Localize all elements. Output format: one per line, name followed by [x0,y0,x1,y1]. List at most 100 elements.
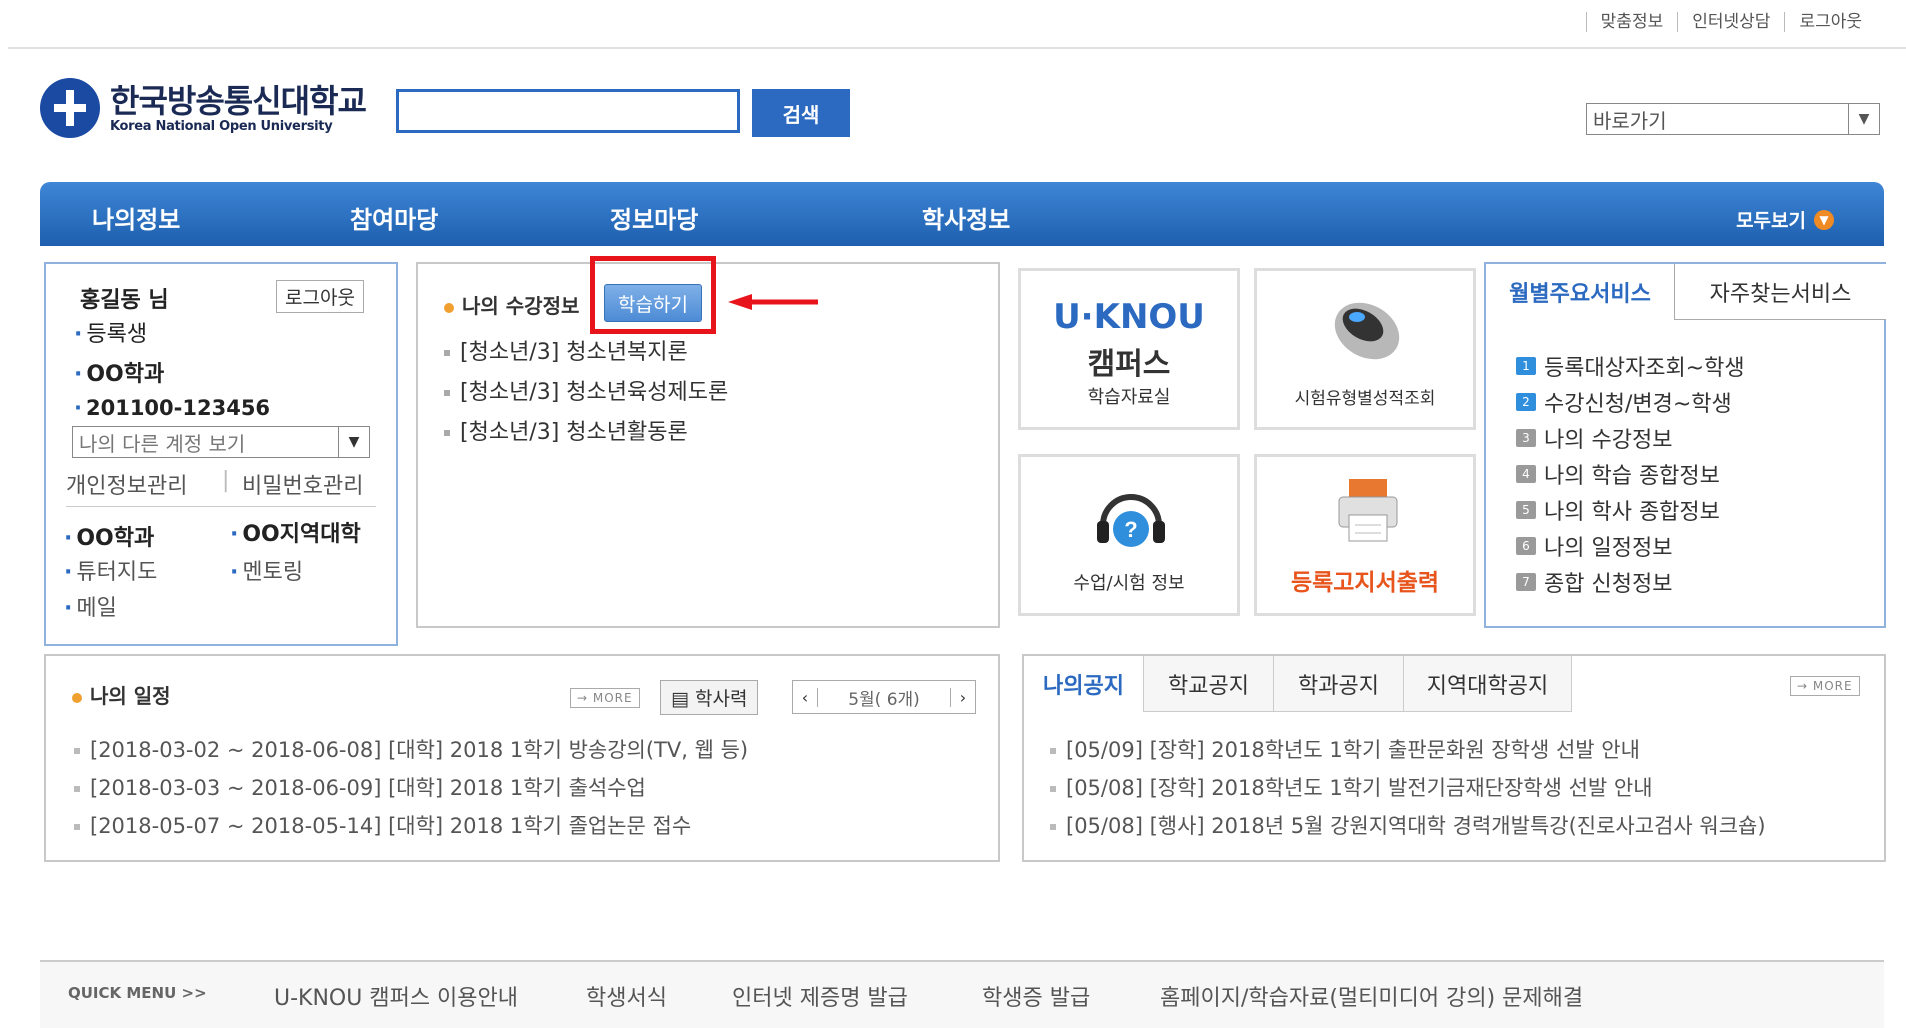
month-pager: ‹ 5월( 6개) › [792,680,976,714]
nav-my-info[interactable]: 나의정보 [92,200,180,235]
service-item[interactable]: 7 종합 신청정보 [1516,566,1672,598]
highlight-box [590,256,716,334]
search-button[interactable]: 검색 [752,89,850,137]
tab-my-notice[interactable]: 나의공지 [1024,656,1144,712]
tab-dept-notice[interactable]: 학과공지 [1274,656,1404,712]
chevron-down-icon[interactable]: ▼ [1848,104,1879,134]
schedule-item[interactable]: [2018-03-02 ~ 2018-06-08] [대학] 2018 1학기 … [74,734,748,764]
footer-troubleshoot-link[interactable]: 홈페이지/학습자료(멀티미디어 강의) 문제해결 [1160,980,1583,1012]
knou-emblem-icon [40,78,100,138]
service-item[interactable]: 5 나의 학사 종합정보 [1516,494,1720,526]
course-title: 나의 수강정보 [444,290,579,319]
uknou-logo-text: U·KNOU [1053,297,1205,337]
dept-link[interactable]: OO학과 [64,520,154,552]
course-item[interactable]: [청소년/3] 청소년육성제도론 [444,374,728,406]
quick-goto-select[interactable]: 바로가기 ▼ [1586,103,1880,135]
print-bill-tile[interactable]: 등록고지서출력 [1254,454,1476,616]
tab-frequent-services[interactable]: 자주찾는서비스 [1674,264,1886,320]
schedule-item[interactable]: [2018-03-03 ~ 2018-06-09] [대학] 2018 1학기 … [74,772,646,802]
notice-more-button[interactable]: → MORE [1790,676,1860,696]
chevron-down-circle-icon: ▼ [1814,209,1834,230]
university-logo[interactable]: 한국방송통신대학교 Korea National Open University [40,78,367,138]
quick-menu-footer: QUICK MENU >> U-KNOU 캠퍼스 이용안내 학생서식 인터넷 제… [40,960,1884,1028]
notice-item[interactable]: [05/09] [장학] 2018학년도 1학기 출판문화원 장학생 선발 안내 [1050,734,1640,764]
service-item[interactable]: 2 수강신청/변경~학생 [1516,386,1732,418]
bullet-dot-icon [444,303,454,313]
notice-item[interactable]: [05/08] [장학] 2018학년도 1학기 발전기금재단장학생 선발 안내 [1050,772,1653,802]
online-counsel-link[interactable]: 인터넷상담 [1677,12,1784,32]
svg-text:?: ? [1124,517,1137,542]
campus-tile-label: 학습자료실 [1087,387,1171,408]
custom-info-link[interactable]: 맞춤정보 [1585,12,1678,32]
mail-link[interactable]: 메일 [64,590,116,622]
number-5-icon: 5 [1516,501,1536,519]
nav-information[interactable]: 정보마당 [610,200,698,235]
schedule-item[interactable]: [2018-05-07 ~ 2018-05-14] [대학] 2018 1학기 … [74,810,691,840]
current-month: 5월( 6개) [848,689,920,710]
service-item[interactable]: 6 나의 일정정보 [1516,530,1672,562]
number-1-icon: 1 [1516,357,1536,375]
footer-student-card-link[interactable]: 학생증 발급 [982,980,1090,1012]
profile-divider [66,506,376,507]
tab-monthly-services[interactable]: 월별주요서비스 [1486,264,1674,320]
utility-menu: 맞춤정보 인터넷상담 로그아웃 [1585,12,1876,32]
red-arrow-icon [728,294,818,310]
bullet-dot-icon [72,693,82,703]
account-select[interactable]: 나의 다른 계정 보기 ▼ [72,426,370,458]
campus-sub-text: 캠퍼스 [1087,347,1171,382]
logo-english-name: Korea National Open University [110,118,333,134]
mentoring-link[interactable]: 멘토링 [230,554,303,586]
campus-tile[interactable]: U·KNOU 캠퍼스 학습자료실 [1018,268,1240,430]
logo-korean-name: 한국방송통신대학교 [110,81,367,120]
schedule-more-button[interactable]: → MORE [570,688,640,708]
student-id: 201100-123456 [74,396,270,420]
exam-tile-label: 시험유형별성적조회 [1294,389,1436,409]
user-name: 홍길동 님 [80,288,169,313]
headset-help-icon: ? [1097,494,1165,547]
print-tile-label: 등록고지서출력 [1290,570,1440,596]
student-status: 등록생 [74,316,147,348]
region-college-link[interactable]: OO지역대학 [230,516,360,548]
tutor-link[interactable]: 튜터지도 [64,554,157,586]
chevron-down-icon[interactable]: ▼ [338,427,369,457]
mouse-icon [1334,302,1400,360]
top-logout-link[interactable]: 로그아웃 [1784,12,1876,32]
student-department: OO학과 [74,356,164,388]
class-tile-label: 수업/시험 정보 [1073,573,1185,594]
nav-participation[interactable]: 참여마당 [350,200,438,235]
top-divider [8,47,1906,49]
search-input[interactable] [396,89,740,133]
course-item[interactable]: [청소년/3] 청소년활동론 [444,414,688,446]
nav-academic[interactable]: 학사정보 [922,200,1010,235]
notice-panel: 나의공지 학교공지 학과공지 지역대학공지 → MORE [05/09] [장학… [1022,654,1886,862]
footer-campus-guide-link[interactable]: U-KNOU 캠퍼스 이용안내 [274,980,518,1012]
tab-region-notice[interactable]: 지역대학공지 [1404,656,1572,712]
link-separator: | [222,468,230,493]
number-6-icon: 6 [1516,537,1536,555]
prev-month-icon[interactable]: ‹ [793,687,818,707]
schedule-title: 나의 일정 [72,680,171,709]
services-panel: 월별주요서비스 자주찾는서비스 1 등록대상자조회~학생 2 수강신청/변경~학생 … [1484,262,1886,628]
tab-school-notice[interactable]: 학교공지 [1144,656,1274,712]
number-3-icon: 3 [1516,429,1536,447]
service-item[interactable]: 4 나의 학습 종합정보 [1516,458,1720,490]
account-select-value: 나의 다른 계정 보기 [79,431,246,456]
footer-student-forms-link[interactable]: 학생서식 [586,980,667,1012]
quick-menu-label: QUICK MENU >> [68,984,207,1002]
service-item[interactable]: 1 등록대상자조회~학생 [1516,350,1745,382]
schedule-panel: 나의 일정 → MORE ▤ 학사력 ‹ 5월( 6개) › [2018-03-… [44,654,1000,862]
notice-item[interactable]: [05/08] [행사] 2018년 5월 강원지역대학 경력개발특강(진로사고… [1050,810,1766,840]
academic-calendar-button[interactable]: ▤ 학사력 [660,680,759,715]
privacy-link[interactable]: 개인정보관리 [66,468,187,500]
course-item[interactable]: [청소년/3] 청소년복지론 [444,334,688,366]
password-link[interactable]: 비밀번호관리 [242,468,363,500]
main-nav: 나의정보 참여마당 정보마당 학사정보 모두보기 ▼ [40,182,1884,246]
next-month-icon[interactable]: › [950,687,975,707]
number-4-icon: 4 [1516,465,1536,483]
exam-results-tile[interactable]: 시험유형별성적조회 [1254,268,1476,430]
view-all-button[interactable]: 모두보기 ▼ [1736,206,1834,233]
profile-logout-button[interactable]: 로그아웃 [276,280,364,313]
class-exam-info-tile[interactable]: ? 수업/시험 정보 [1018,454,1240,616]
service-item[interactable]: 3 나의 수강정보 [1516,422,1672,454]
footer-certificate-link[interactable]: 인터넷 제증명 발급 [732,980,908,1012]
